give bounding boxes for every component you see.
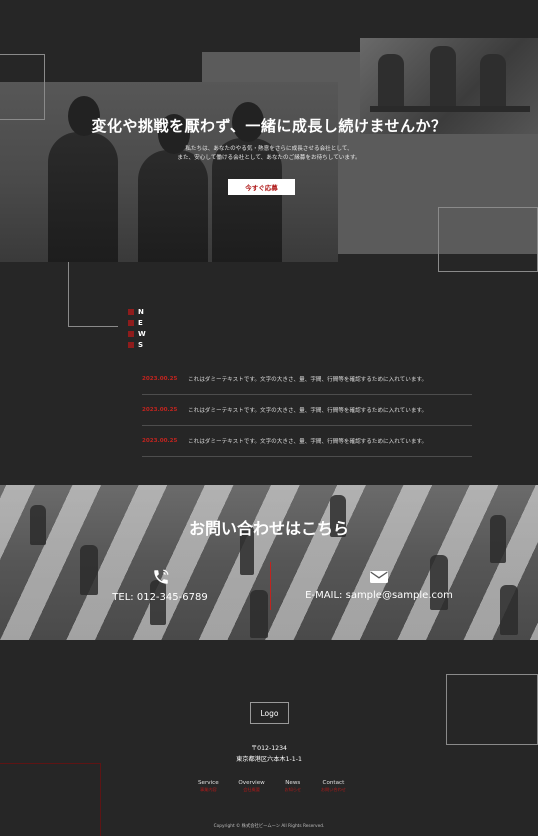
news-item[interactable]: 2023.00.25 これはダミーテキストです。文字の大きさ、量、字間、行間等を… <box>142 364 472 395</box>
footer-nav: Service 事業内容 Overview 会社概要 News お知らせ Con… <box>198 780 346 793</box>
footer-nav-overview[interactable]: Overview 会社概要 <box>238 780 264 793</box>
footer-nav-sublabel: お問い合わせ <box>320 787 346 792</box>
news-text: これはダミーテキストです。文字の大きさ、量、字間、行間等を確認するために入れてい… <box>188 408 428 414</box>
news-heading-letter: E <box>138 318 143 327</box>
hero-subtext-line: 私たちは、あなたのやる気・熱意をさらに成長させる会社として、 <box>185 146 353 152</box>
footer-nav-sublabel: 会社概要 <box>243 787 260 792</box>
news-heading-letter: N <box>138 307 144 316</box>
footer-nav-service[interactable]: Service 事業内容 <box>198 780 219 793</box>
decorative-line <box>68 262 69 327</box>
news-heading-letter: W <box>138 329 146 338</box>
news-item[interactable]: 2023.00.25 これはダミーテキストです。文字の大きさ、量、字間、行間等を… <box>142 395 472 426</box>
contact-email[interactable]: E-MAIL: sample@sample.com <box>300 590 458 601</box>
envelope-icon <box>370 571 388 583</box>
footer-nav-sublabel: 事業内容 <box>199 787 217 792</box>
contact-title: お問い合わせはこちら <box>188 519 349 538</box>
footer-logo[interactable]: Logo <box>250 702 289 724</box>
phone-icon <box>154 569 169 584</box>
news-text: これはダミーテキストです。文字の大きさ、量、字間、行間等を確認するために入れてい… <box>188 439 428 445</box>
decorative-frame <box>446 674 538 745</box>
hero-team-photo <box>0 82 338 262</box>
footer-nav-label: Contact <box>322 780 345 786</box>
news-date: 2023.00.25 <box>142 376 178 382</box>
hero-title: 変化や挑戦を厭わず、一緒に成長し続けませんか？ <box>91 117 447 135</box>
news-heading-letter: S <box>138 340 144 349</box>
news-item[interactable]: 2023.00.25 これはダミーテキストです。文字の大きさ、量、字間、行間等を… <box>142 426 472 457</box>
copyright: Copyright © 株式会社ビームーン All Rights Reserve… <box>213 824 325 829</box>
contact-divider <box>270 562 271 610</box>
contact-section-photo <box>0 485 538 640</box>
hero-subtext-line: また、安心して働ける会社として、あなたのご縁募をお待ちしています。 <box>177 155 361 161</box>
news-date: 2023.00.25 <box>142 407 178 413</box>
footer-nav-contact[interactable]: Contact お問い合わせ <box>321 780 346 793</box>
footer-nav-label: Service <box>198 780 219 786</box>
contact-phone[interactable]: TEL: 012-345-6789 <box>100 592 220 603</box>
footer-nav-news[interactable]: News お知らせ <box>284 780 301 793</box>
decorative-frame <box>438 207 538 272</box>
apply-now-button[interactable]: 今すぐ応募 <box>228 179 295 195</box>
decorative-line <box>68 326 118 327</box>
news-text: これはダミーテキストです。文字の大きさ、量、字間、行間等を確認するために入れてい… <box>188 377 428 383</box>
footer-nav-label: Overview <box>238 780 265 786</box>
footer-nav-sublabel: お知らせ <box>284 787 302 792</box>
decorative-frame <box>0 54 45 120</box>
footer-postal-code: 〒012-1234 <box>251 745 287 752</box>
news-list: 2023.00.25 これはダミーテキストです。文字の大きさ、量、字間、行間等を… <box>142 364 472 457</box>
footer-nav-label: News <box>285 780 301 786</box>
news-heading: N E W S <box>128 306 148 350</box>
news-date: 2023.00.25 <box>142 438 178 444</box>
footer-address: 東京都港区六本木1-1-1 <box>236 756 302 763</box>
